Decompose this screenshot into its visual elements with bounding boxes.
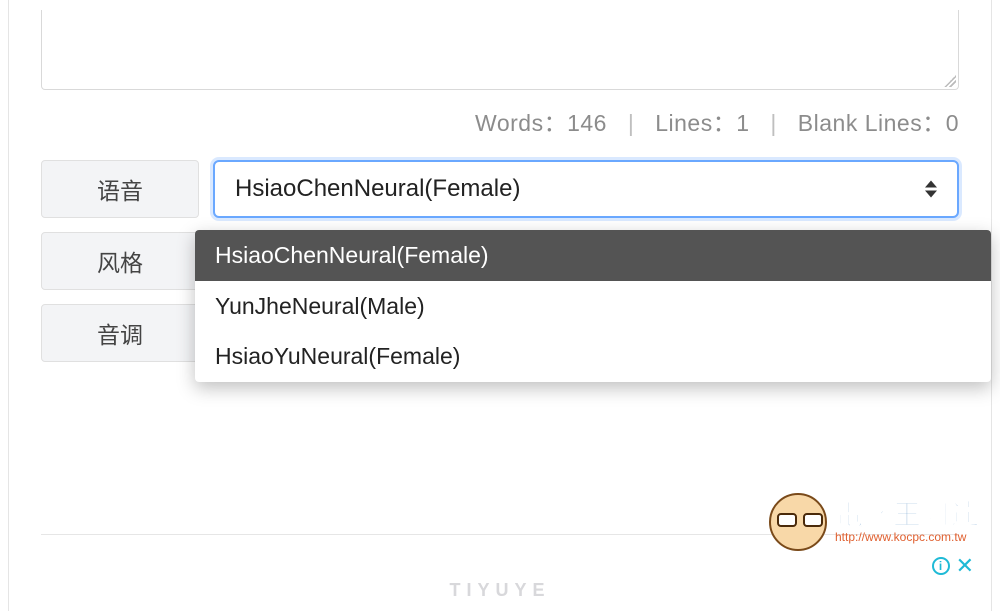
voice-select[interactable]: HsiaoChenNeural(Female) (213, 160, 959, 218)
stat-separator: | (628, 110, 634, 136)
text-input-area (9, 0, 991, 90)
voice-select-wrap: HsiaoChenNeural(Female) (213, 160, 959, 218)
voice-dropdown: HsiaoChenNeural(Female) YunJheNeural(Mal… (195, 230, 991, 382)
lines-label: Lines： (655, 110, 736, 136)
main-textarea[interactable] (41, 10, 959, 90)
voice-row: 语音 HsiaoChenNeural(Female) (41, 160, 959, 218)
voice-selected-value: HsiaoChenNeural(Female) (235, 175, 520, 203)
words-label: Words： (475, 110, 567, 136)
blank-lines-value: 0 (946, 110, 959, 136)
stat-separator: | (770, 110, 776, 136)
voice-option[interactable]: HsiaoChenNeural(Female) (195, 230, 991, 281)
pitch-label: 音调 (41, 304, 199, 362)
lines-value: 1 (736, 110, 749, 136)
text-stats: Words：146 | Lines：1 | Blank Lines：0 (9, 90, 991, 146)
style-label: 风格 (41, 232, 199, 290)
voice-option[interactable]: YunJheNeural(Male) (195, 281, 991, 332)
blank-lines-label: Blank Lines： (798, 110, 946, 136)
divider (41, 534, 959, 535)
ad-controls: i ✕ (932, 553, 974, 579)
words-value: 146 (567, 110, 607, 136)
ad-close-icon[interactable]: ✕ (956, 553, 974, 579)
voice-option[interactable]: HsiaoYuNeural(Female) (195, 331, 991, 382)
select-sort-icon (925, 181, 937, 198)
voice-settings-form: 语音 HsiaoChenNeural(Female) HsiaoChenNeur… (9, 160, 991, 362)
app-panel: Words：146 | Lines：1 | Blank Lines：0 语音 H… (8, 0, 992, 611)
voice-label: 语音 (41, 160, 199, 218)
footer-brand: TIYUYE (449, 580, 550, 601)
ad-info-icon[interactable]: i (932, 557, 950, 575)
